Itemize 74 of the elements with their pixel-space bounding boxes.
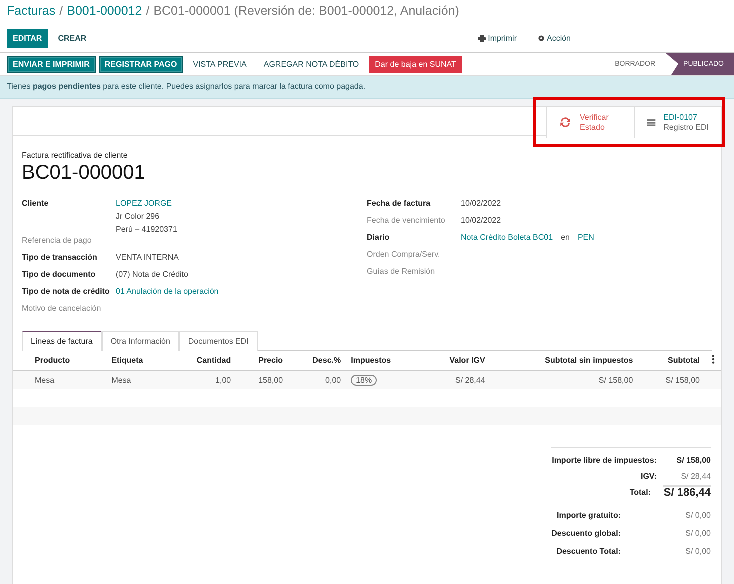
tax-tag: 18% [351, 374, 378, 386]
document-type: Factura rectificativa de cliente [22, 151, 129, 160]
gear-icon [538, 34, 545, 42]
field-label: Tipo de documento [22, 270, 97, 281]
table-cell: Mesa [35, 376, 55, 384]
breadcrumb-separator: / [146, 4, 150, 18]
breadcrumb-link[interactable]: Facturas [7, 4, 56, 18]
smart-button-label: Registro EDI [664, 122, 709, 132]
field-link[interactable]: PEN [578, 231, 594, 244]
field-value: (07) Nota de Crédito [116, 269, 188, 281]
total-value: S/ 28,44 [680, 472, 711, 480]
total-label: Descuento global: [550, 528, 621, 538]
table-cell: Mesa [112, 376, 132, 384]
table-cell: 158,00 [258, 376, 284, 384]
field-value: Perú – 41920371 [116, 224, 178, 236]
printer-icon [478, 34, 486, 42]
field-value: 10/02/2022 [461, 198, 502, 210]
field-label: Referencia de pago [22, 236, 93, 247]
smart-button-label: EDI-0107 [664, 112, 698, 122]
create-button[interactable]: CREAR [52, 28, 93, 48]
table-cell: 0,00 [326, 376, 342, 384]
smart-button[interactable]: Verificar Estado [546, 107, 634, 138]
breadcrumb-current: BC01-000001 (Reversión de: B001-000012, Anulación) [154, 4, 460, 18]
refresh-icon [559, 116, 572, 129]
field-link[interactable]: Nota Crédito Boleta BC01 [461, 231, 554, 244]
field-link[interactable]: LOPEZ JORGE [116, 197, 178, 210]
tab[interactable]: Otra Información [102, 331, 180, 351]
tab[interactable]: Líneas de factura [22, 331, 102, 351]
header-button[interactable]: REGISTRAR PAGO [98, 56, 184, 72]
breadcrumb-link[interactable]: B001-000012 [67, 4, 142, 18]
header-button[interactable]: ENVIAR E IMPRIMIR [7, 56, 96, 72]
field-label: Guías de Remisión [367, 267, 436, 278]
header-button[interactable]: Dar de baja en SUNAT [369, 56, 462, 72]
document-number: BC01-000001 [22, 162, 146, 185]
header-button[interactable]: AGREGAR NOTA DÉBITO [256, 56, 366, 72]
field-label: Fecha de vencimiento [367, 216, 446, 227]
table-cell: S/ 158,00 [598, 376, 634, 384]
field-value: Jr Color 296 [116, 211, 161, 223]
table-cell: S/ 28,44 [456, 376, 486, 384]
server-icon [647, 116, 656, 128]
edit-button[interactable]: EDITAR [7, 28, 48, 48]
smart-button-label: Verificar [580, 112, 609, 122]
smart-button-label: Estado [580, 122, 605, 132]
table-cell: 1,00 [216, 376, 232, 384]
total-value: S/ 0,00 [686, 510, 711, 520]
total-value: S/ 186,44 [663, 485, 711, 499]
more-options-icon[interactable] [712, 355, 714, 364]
field-link[interactable]: 01 Anulación de la operación [116, 285, 219, 298]
field-value: VENTA INTERNA [116, 252, 179, 264]
field-label: Cliente [22, 199, 50, 210]
tab[interactable]: Documentos EDI [179, 331, 258, 351]
field-label: Fecha de factura [367, 199, 432, 210]
table-cell: S/ 158,00 [666, 376, 700, 384]
total-label: Total: [630, 488, 651, 496]
total-label: Descuento Total: [556, 546, 621, 556]
total-label: Importe libre de impuestos: [552, 456, 657, 464]
total-label: IGV: [640, 472, 657, 480]
total-value: S/ 158,00 [676, 456, 711, 464]
header-button[interactable]: VISTA PREVIA [186, 56, 254, 72]
field-label: Orden Compra/Serv. [367, 250, 442, 261]
total-value: S/ 0,00 [686, 546, 711, 556]
field-label: Tipo de transacción [22, 253, 98, 264]
field-value: en [561, 232, 570, 244]
total-label: Importe gratuito: [556, 510, 621, 520]
field-label: Tipo de nota de crédito [22, 287, 111, 298]
total-value: S/ 0,00 [686, 528, 711, 538]
alert-text: Tienes pagos pendientes para este cliente. Puedes asignarlos para marcar la factura como pagada. [7, 82, 366, 91]
smart-button[interactable]: EDI-0107 Registro EDI [634, 107, 722, 138]
field-value: 10/02/2022 [461, 215, 502, 227]
field-label: Diario [367, 233, 391, 244]
action-menu-button[interactable]: Acción [532, 32, 577, 44]
field-label: Motivo de cancelación [22, 304, 102, 315]
action-menu-button[interactable]: Imprimir [472, 32, 523, 44]
breadcrumb-separator: / [60, 4, 64, 18]
